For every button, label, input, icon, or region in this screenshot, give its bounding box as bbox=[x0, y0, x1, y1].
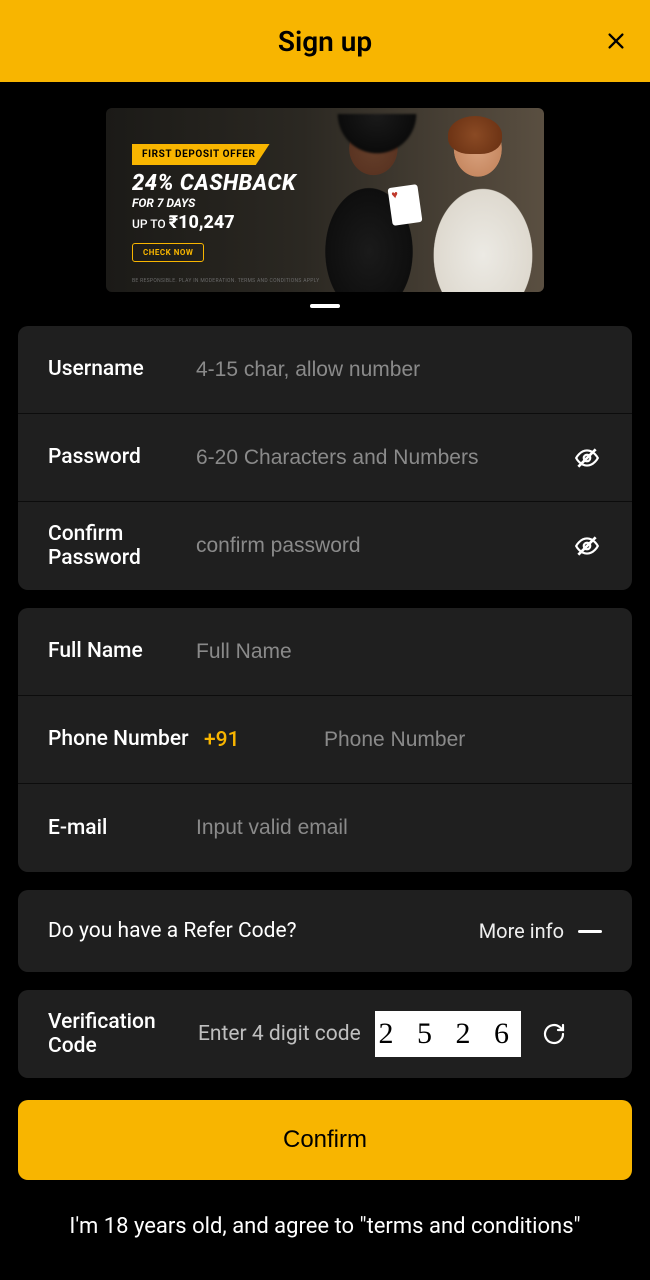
promo-banner[interactable]: FIRST DEPOSIT OFFER 24% CASHBACK FOR 7 D… bbox=[106, 108, 544, 292]
phone-input[interactable] bbox=[324, 728, 602, 752]
signup-header: Sign up bbox=[0, 0, 650, 82]
personal-info-group: Full Name Phone Number +91 E-mail bbox=[18, 608, 632, 872]
refer-code-group: Do you have a Refer Code? More info bbox=[18, 890, 632, 972]
verification-label: Verification Code bbox=[48, 1010, 198, 1058]
phone-label: Phone Number bbox=[48, 727, 196, 751]
confirm-button[interactable]: Confirm bbox=[18, 1100, 632, 1180]
agreement-text[interactable]: I'm 18 years old, and agree to "terms an… bbox=[0, 1214, 650, 1239]
username-label: Username bbox=[48, 357, 196, 381]
username-row: Username bbox=[18, 326, 632, 414]
refer-more-toggle[interactable]: More info bbox=[479, 919, 602, 943]
confirm-password-label: Confirm Password bbox=[48, 522, 196, 570]
verification-hint: Enter 4 digit code bbox=[198, 1022, 361, 1046]
minus-icon bbox=[578, 930, 602, 933]
fullname-label: Full Name bbox=[48, 639, 196, 663]
credentials-group: Username Password Confirm Password bbox=[18, 326, 632, 590]
promo-fineprint: BE RESPONSIBLE. PLAY IN MODERATION. TERM… bbox=[132, 278, 319, 284]
fullname-row: Full Name bbox=[18, 608, 632, 696]
more-info-label: More info bbox=[479, 919, 564, 943]
confirm-password-row: Confirm Password bbox=[18, 502, 632, 590]
refer-question: Do you have a Refer Code? bbox=[48, 919, 297, 943]
promo-person-2 bbox=[418, 108, 544, 292]
toggle-confirm-password-visibility[interactable] bbox=[572, 531, 602, 561]
dial-code[interactable]: +91 bbox=[196, 728, 324, 752]
username-input[interactable] bbox=[196, 358, 602, 382]
fullname-input[interactable] bbox=[196, 640, 602, 664]
password-input[interactable] bbox=[196, 446, 564, 470]
captcha-image: 2 5 2 6 bbox=[375, 1011, 521, 1057]
refer-code-row[interactable]: Do you have a Refer Code? More info bbox=[18, 890, 632, 972]
password-label: Password bbox=[48, 445, 196, 469]
eye-off-icon bbox=[574, 533, 600, 559]
promo-check-button[interactable]: CHECK NOW bbox=[132, 243, 204, 262]
playing-cards-icon bbox=[388, 184, 423, 226]
close-icon bbox=[605, 30, 627, 52]
refresh-captcha-button[interactable] bbox=[539, 1019, 569, 1049]
refresh-icon bbox=[542, 1022, 566, 1046]
eye-off-icon bbox=[574, 445, 600, 471]
toggle-password-visibility[interactable] bbox=[572, 443, 602, 473]
carousel-indicator bbox=[310, 304, 340, 308]
email-input[interactable] bbox=[196, 816, 602, 840]
password-row: Password bbox=[18, 414, 632, 502]
close-button[interactable] bbox=[600, 25, 632, 57]
promo-tag: FIRST DEPOSIT OFFER bbox=[132, 144, 270, 165]
verification-row: Verification Code Enter 4 digit code 2 5… bbox=[18, 990, 632, 1078]
phone-row: Phone Number +91 bbox=[18, 696, 632, 784]
verification-group: Verification Code Enter 4 digit code 2 5… bbox=[18, 990, 632, 1078]
email-row: E-mail bbox=[18, 784, 632, 872]
email-label: E-mail bbox=[48, 816, 196, 840]
confirm-password-input[interactable] bbox=[196, 534, 564, 558]
page-title: Sign up bbox=[278, 25, 372, 58]
